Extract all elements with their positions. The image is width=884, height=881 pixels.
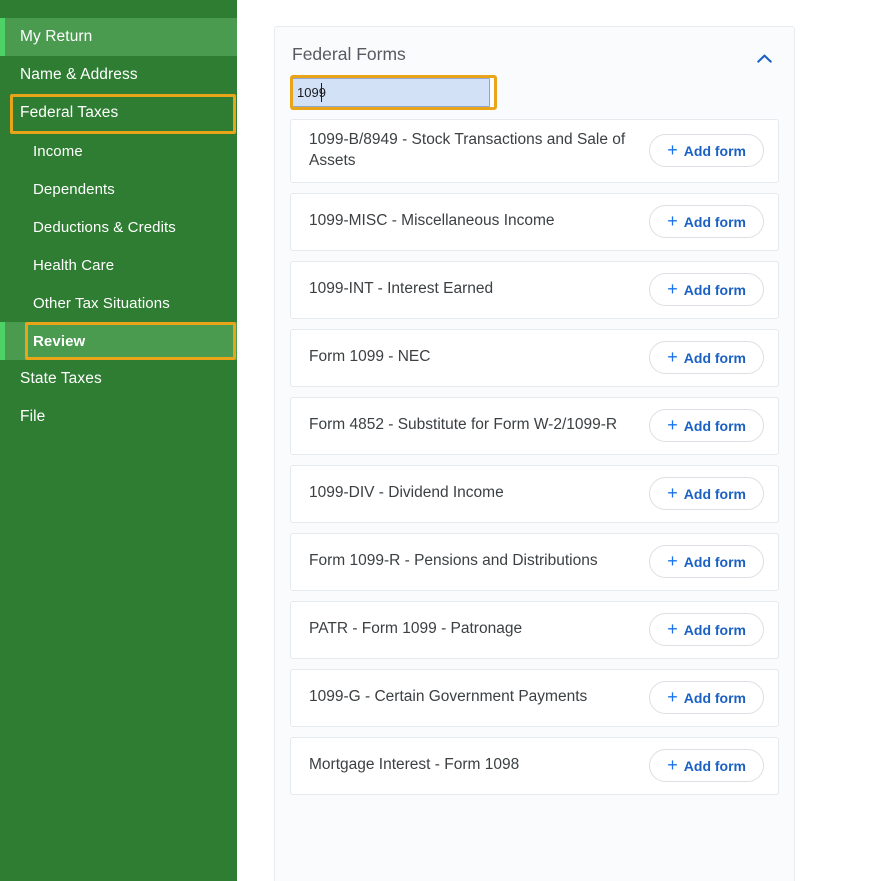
form-row: 1099-G - Certain Government Payments + Add… (290, 668, 779, 727)
sidebar-item-my-return[interactable]: My Return (0, 18, 237, 56)
add-form-button[interactable]: + Add form (649, 545, 764, 579)
form-row: 1099-B/8949 - Stock Transactions and Sal… (290, 119, 779, 183)
form-row: PATR - Form 1099 - Patronage + Add form (290, 600, 779, 659)
add-form-button-label: Add form (683, 757, 746, 774)
add-form-button[interactable]: + Add form (649, 681, 764, 715)
form-name-label: 1099-B/8949 - Stock Transactions and Sal… (309, 131, 626, 169)
add-form-button[interactable]: + Add form (649, 749, 764, 783)
sidebar-item-file[interactable]: File (0, 398, 237, 436)
sidebar-item-dependents[interactable]: Dependents (0, 170, 237, 208)
sidebar-item-label: File (20, 408, 46, 425)
sidebar-item-label: Dependents (33, 180, 115, 198)
sidebar-item-other-tax-situations[interactable]: Other Tax Situations (0, 284, 237, 322)
plus-icon: + (667, 483, 678, 504)
form-name-label: Mortgage Interest - Form 1098 (309, 756, 520, 774)
plus-icon: + (667, 347, 678, 368)
form-row: 1099-DIV - Dividend Income + Add form (290, 464, 779, 523)
form-results-list: 1099-B/8949 - Stock Transactions and Sal… (290, 119, 779, 819)
add-form-button[interactable]: + Add form (649, 409, 764, 443)
form-row: Form 4852 - Substitute for Form W-2/1099… (290, 396, 779, 455)
text-caret (321, 83, 322, 102)
panel-header: Federal Forms (290, 44, 779, 69)
form-name-label: PATR - Form 1099 - Patronage (309, 620, 523, 638)
form-row: Form 1099-R - Pensions and Distributions… (290, 532, 779, 591)
sidebar-item-federal-taxes[interactable]: Federal Taxes (0, 94, 237, 132)
chevron-up-icon[interactable] (753, 47, 775, 69)
form-name-label: Form 1099 - NEC (309, 348, 431, 366)
sidebar-item-label: Deductions & Credits (33, 218, 176, 236)
plus-icon: + (667, 211, 678, 232)
main-content: Federal Forms 1099-B/8949 - Stock Transa… (237, 0, 884, 881)
sidebar-nav: My Return Name & Address Federal Taxes Inco… (0, 0, 237, 881)
sidebar-item-label: Review (33, 332, 86, 350)
add-form-button-label: Add form (683, 621, 746, 638)
form-name-label: 1099-G - Certain Government Payments (309, 688, 588, 706)
sidebar-item-label: My Return (20, 28, 93, 45)
plus-icon: + (667, 140, 678, 161)
form-name-label: 1099-DIV - Dividend Income (309, 484, 504, 502)
sidebar-item-state-taxes[interactable]: State Taxes (0, 360, 237, 398)
form-name-label: 1099-INT - Interest Earned (309, 280, 494, 298)
form-search-container (290, 75, 497, 110)
plus-icon: + (667, 551, 678, 572)
form-name-label: Form 4852 - Substitute for Form W-2/1099… (309, 416, 618, 434)
add-form-button[interactable]: + Add form (649, 477, 764, 511)
panel-title: Federal Forms (292, 44, 406, 64)
add-form-button[interactable]: + Add form (649, 273, 764, 307)
sidebar-item-name-address[interactable]: Name & Address (0, 56, 237, 94)
sidebar-item-label: Health Care (33, 256, 115, 274)
add-form-button[interactable]: + Add form (649, 341, 764, 375)
plus-icon: + (667, 279, 678, 300)
add-form-button-label: Add form (683, 349, 746, 366)
form-row: 1099-MISC - Miscellaneous Income + Add for… (290, 192, 779, 251)
add-form-button-label: Add form (683, 553, 746, 570)
form-row: Mortgage Interest - Form 1098 + Add form (290, 736, 779, 795)
sidebar-item-label: Name & Address (20, 66, 138, 83)
sidebar-item-label: Other Tax Situations (33, 294, 170, 312)
sidebar-item-review[interactable]: Review (0, 322, 237, 360)
form-row: 1099-INT - Interest Earned + Add form (290, 260, 779, 319)
plus-icon: + (667, 619, 678, 640)
plus-icon: + (667, 755, 678, 776)
form-search-input[interactable] (290, 78, 490, 107)
add-form-button[interactable]: + Add form (649, 205, 764, 239)
add-form-button-label: Add form (683, 689, 746, 706)
sidebar-item-label: Income (33, 142, 83, 160)
form-name-label: 1099-MISC - Miscellaneous Income (309, 212, 555, 230)
add-form-button-label: Add form (683, 142, 746, 159)
plus-icon: + (667, 687, 678, 708)
add-form-button[interactable]: + Add form (649, 134, 764, 168)
sidebar-item-income[interactable]: Income (0, 132, 237, 170)
add-form-button-label: Add form (683, 417, 746, 434)
add-form-button-label: Add form (683, 213, 746, 230)
add-form-button-label: Add form (683, 485, 746, 502)
add-form-button[interactable]: + Add form (649, 613, 764, 647)
plus-icon: + (667, 415, 678, 436)
add-form-button-label: Add form (683, 281, 746, 298)
app-root: My Return Name & Address Federal Taxes Inco… (0, 0, 884, 881)
sidebar-item-label: Federal Taxes (20, 104, 119, 121)
sidebar-item-health-care[interactable]: Health Care (0, 246, 237, 284)
form-row: Form 1099 - NEC + Add form (290, 328, 779, 387)
sidebar-item-label: State Taxes (20, 370, 102, 387)
form-name-label: Form 1099-R - Pensions and Distributions (309, 552, 598, 570)
federal-forms-panel: Federal Forms 1099-B/8949 - Stock Transa… (274, 26, 795, 881)
sidebar-item-deductions-credits[interactable]: Deductions & Credits (0, 208, 237, 246)
